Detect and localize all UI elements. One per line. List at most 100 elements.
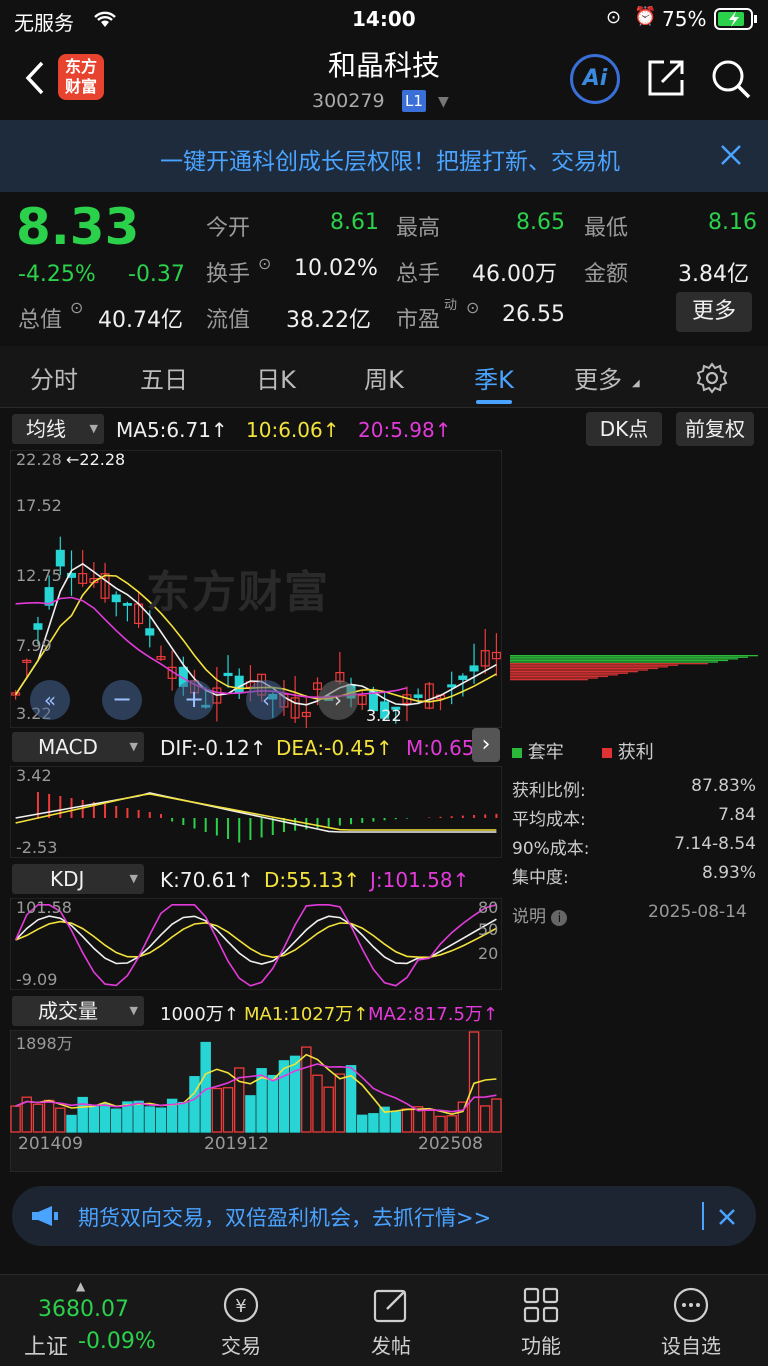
scroll-left-fast-button[interactable]: « [30, 680, 70, 720]
svg-text:¥: ¥ [235, 1296, 246, 1317]
chip-bar [510, 661, 718, 663]
dk-button[interactable]: DK点 [586, 412, 662, 446]
volume-bar [178, 1101, 189, 1133]
tab-quarterly-k[interactable]: 季K [462, 360, 526, 395]
volume-bar [245, 1095, 256, 1133]
kdj-k: K:70.61↑ [160, 868, 254, 892]
grid-icon [523, 1287, 559, 1323]
dropdown-icon: ▼ [129, 872, 138, 885]
zoom-out-button[interactable]: − [102, 680, 142, 720]
macd-y-top: 3.42 [16, 766, 52, 785]
kdj-j: J:101.58↑ [370, 868, 470, 892]
j-line [14, 904, 497, 987]
scroll-right-button[interactable]: › [318, 680, 358, 720]
volume-selector-label: 成交量 [38, 999, 98, 1023]
y-label-max: 22.28 [16, 450, 62, 469]
volume-bar [368, 1113, 379, 1133]
volume-bar [200, 1041, 211, 1133]
kdj-chart[interactable] [10, 898, 502, 990]
chip-bar [510, 669, 648, 671]
divider [702, 1202, 704, 1230]
dropdown-icon: ▼ [129, 1004, 138, 1017]
legend-swatch-trapped [512, 748, 522, 758]
kdj-level-50: 50 [478, 920, 499, 939]
volume-bar [267, 1074, 279, 1133]
app-logo[interactable]: 东方 财富 [58, 54, 104, 100]
nav-functions[interactable]: 功能 [496, 1285, 586, 1359]
info-icon[interactable]: ⊙ [466, 298, 479, 317]
tab-weekly-k[interactable]: 周K [352, 360, 416, 395]
chip-note-label: 说明 [512, 907, 546, 927]
nav-post[interactable]: 发帖 [346, 1285, 436, 1359]
close-icon[interactable] [718, 1208, 736, 1226]
volume-selector[interactable]: 成交量 ▼ [12, 996, 144, 1026]
kdj-selector-label: KDJ [50, 867, 85, 891]
kdj-selector[interactable]: KDJ ▼ [12, 864, 144, 894]
pe-value: 26.55 [502, 302, 565, 327]
close-icon[interactable] [720, 144, 742, 166]
volume-bar [144, 1106, 156, 1133]
ma20-text: 20:5.98↑ [358, 418, 452, 442]
tab-daily-k[interactable]: 日K [244, 360, 308, 395]
legend-swatch-profit [602, 748, 612, 758]
info-icon[interactable]: ⊙ [258, 254, 271, 273]
mcap-value: 40.74亿 [98, 308, 183, 333]
index-ticker[interactable]: ▲ 3680.07 上证 -0.09% [0, 1275, 168, 1366]
share-icon[interactable] [646, 58, 686, 98]
volume-bar [133, 1100, 144, 1133]
y-label: 12.75 [16, 566, 62, 585]
macd-selector[interactable]: MACD ▼ [12, 732, 144, 762]
date-label: 201912 [204, 1134, 269, 1154]
chip-bar [510, 677, 598, 679]
nav-trade[interactable]: ¥ 交易 [196, 1285, 286, 1359]
chip-stat-value: 7.84 [718, 805, 756, 825]
zoom-in-button[interactable]: + [174, 680, 214, 720]
promo-banner[interactable]: 一键开通科创成长层权限！把握打新、交易机 [0, 120, 768, 192]
rotation-lock-icon: ⊙ [606, 7, 622, 28]
search-icon[interactable] [710, 58, 752, 100]
info-icon[interactable]: ⊙ [70, 298, 83, 317]
candle-body [33, 623, 43, 630]
ai-button[interactable]: Ai [570, 54, 620, 104]
chip-stat-value: 87.83% [691, 776, 756, 796]
banner-text: 一键开通科创成长层权限！把握打新、交易机 [160, 149, 620, 175]
chip-note-link[interactable]: 说明 i [512, 902, 568, 927]
watermark: 东方财富 [146, 567, 330, 618]
tab-intraday[interactable]: 分时 [22, 360, 86, 395]
chip-bar [510, 675, 608, 678]
chip-stat-label: 平均成本: [512, 810, 586, 830]
candle-body [55, 549, 65, 567]
expand-indicator-button[interactable]: › [472, 728, 500, 762]
nav-watchlist-label: 设自选 [661, 1334, 721, 1358]
adjust-button[interactable]: 前复权 [676, 412, 754, 446]
tab-five-day[interactable]: 五日 [132, 360, 196, 395]
compose-icon [373, 1289, 407, 1323]
more-button[interactable]: 更多 [676, 292, 752, 332]
float-value: 38.22亿 [286, 308, 371, 333]
logo-text-bottom: 财富 [64, 77, 97, 96]
settings-icon[interactable] [696, 362, 728, 394]
quote-panel: 8.33 -4.25% -0.37 今开 8.61 最高 8.65 最低 8.1… [0, 192, 768, 342]
date-label: 202508 [418, 1134, 483, 1154]
chip-bar [510, 674, 618, 676]
low-label: 最低 [584, 216, 629, 241]
ad-bar[interactable]: 期货双向交易，双倍盈利机会，去抓行情>> [12, 1186, 756, 1246]
legend-trapped: 套牢 [512, 738, 564, 764]
ma-selector[interactable]: 均线 ▼ [12, 414, 104, 444]
macd-chart[interactable] [10, 766, 502, 858]
pe-label: 市盈 [396, 308, 441, 333]
volume-bar [189, 1076, 200, 1133]
change-percent: -4.25% [18, 262, 96, 287]
scroll-left-button[interactable]: ‹ [246, 680, 286, 720]
info-icon: i [551, 910, 568, 926]
volume-bar [356, 1114, 368, 1133]
code-dropdown-icon[interactable]: ▼ [438, 94, 449, 110]
volume-bar [390, 1111, 402, 1133]
nav-watchlist[interactable]: 设自选 [646, 1285, 736, 1359]
tab-more[interactable]: 更多 [566, 360, 630, 395]
low-value: 8.16 [708, 210, 757, 235]
back-icon[interactable] [22, 60, 48, 96]
chip-stat-row: 平均成本: 7.84 [512, 805, 756, 834]
macd-m: M:0.65 [406, 736, 475, 760]
chip-bar [510, 672, 628, 674]
